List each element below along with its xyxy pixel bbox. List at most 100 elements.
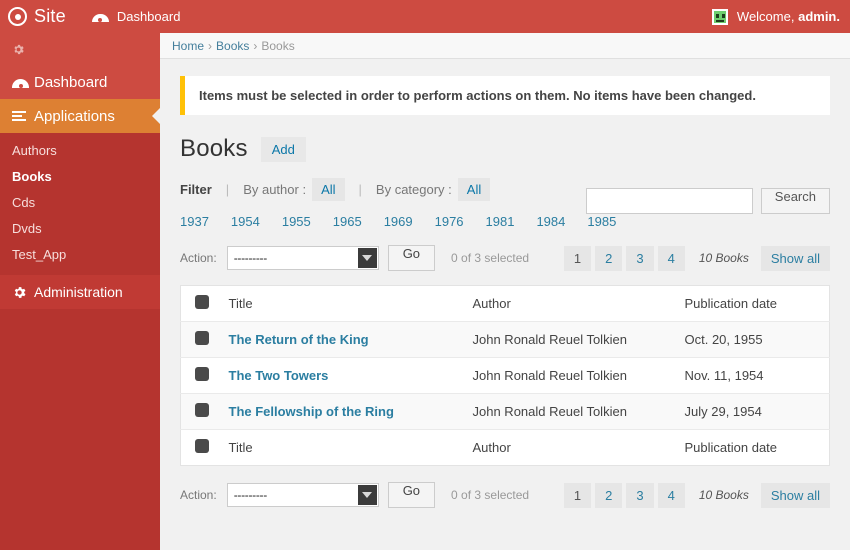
sidebar-item-cds[interactable]: Cds <box>0 189 160 215</box>
column-header-title[interactable]: Title <box>220 285 465 322</box>
pagination-bottom: 1 2 3 4 10 Books Show all <box>563 482 830 508</box>
action-select[interactable]: --------- <box>226 246 379 270</box>
user-avatar-icon <box>711 8 728 25</box>
sidebar-item-books[interactable]: Books <box>0 163 160 189</box>
select-all-checkbox[interactable] <box>195 295 209 309</box>
list-icon <box>12 110 34 122</box>
year-filter-link[interactable]: 1985 <box>587 214 616 229</box>
show-all-link[interactable]: Show all <box>760 245 830 271</box>
page-link-3[interactable]: 3 <box>626 482 654 508</box>
table-row: The Return of the King John Ronald Reuel… <box>180 321 830 358</box>
row-title-cell: The Fellowship of the Ring <box>220 393 465 430</box>
year-filter-link[interactable]: 1955 <box>282 214 311 229</box>
sidebar-subitem-label: Authors <box>12 142 57 158</box>
go-button-bottom[interactable]: Go <box>387 482 436 508</box>
sidebar-subitem-label: Test_App <box>12 246 67 262</box>
search-button[interactable]: Search <box>760 188 830 214</box>
brand[interactable]: Site <box>0 0 66 33</box>
filter-by-category-value[interactable]: All <box>457 178 491 201</box>
breadcrumb-home[interactable]: Home <box>172 39 204 53</box>
sidebar-item-dvds[interactable]: Dvds <box>0 215 160 241</box>
sidebar-submenu: Authors Books Cds Dvds Test_App <box>0 133 160 267</box>
welcome-username[interactable]: admin. <box>798 9 840 24</box>
page-link-1[interactable]: 1 <box>563 245 592 271</box>
brand-name: Site <box>34 6 66 26</box>
show-all-link[interactable]: Show all <box>760 482 830 508</box>
add-button[interactable]: Add <box>260 136 306 162</box>
page-link-2[interactable]: 2 <box>595 482 623 508</box>
action-label: Action: <box>180 251 217 265</box>
sidebar-subitem-label: Dvds <box>12 220 42 236</box>
book-title-link[interactable]: The Two Towers <box>229 368 329 383</box>
row-checkbox[interactable] <box>195 403 209 417</box>
sidebar-item-dashboard[interactable]: Dashboard <box>0 65 160 99</box>
year-filter-link[interactable]: 1965 <box>333 214 362 229</box>
row-checkbox[interactable] <box>195 367 209 381</box>
selected-count-bottom: 0 of 3 selected <box>451 488 530 502</box>
target-icon <box>8 7 27 26</box>
year-filter-link[interactable]: 1976 <box>435 214 464 229</box>
chevron-down-icon[interactable] <box>357 485 377 505</box>
column-footer-publication-date[interactable]: Publication date <box>676 429 830 466</box>
row-title-cell: The Return of the King <box>220 321 465 358</box>
book-title-link[interactable]: The Return of the King <box>229 332 369 347</box>
filter-divider: | <box>358 182 362 197</box>
action-bar-bottom: Action: --------- Go 0 of 3 selected 1 2… <box>180 482 830 508</box>
column-header-publication-date[interactable]: Publication date <box>676 285 830 322</box>
action-select-value: --------- <box>233 251 268 265</box>
page-link-1[interactable]: 1 <box>563 482 592 508</box>
year-filter-link[interactable]: 1937 <box>180 214 209 229</box>
select-all-footer <box>180 429 221 466</box>
year-filter-link[interactable]: 1981 <box>486 214 515 229</box>
nav-dashboard-link[interactable]: Dashboard <box>91 0 180 33</box>
table-row: The Two Towers John Ronald Reuel Tolkien… <box>180 357 830 394</box>
table-row: The Fellowship of the Ring John Ronald R… <box>180 393 830 430</box>
total-count-label: 10 Books <box>698 488 749 502</box>
gauge-icon <box>12 77 34 88</box>
row-author-cell: John Ronald Reuel Tolkien <box>464 357 677 394</box>
sidebar-item-applications[interactable]: Applications <box>0 99 160 133</box>
sidebar-settings-row[interactable] <box>0 33 160 65</box>
sidebar-item-test-app[interactable]: Test_App <box>0 241 160 267</box>
year-filter-row: 1937 1954 1955 1965 1969 1976 1981 1984 … <box>180 214 830 229</box>
page-link-4[interactable]: 4 <box>657 482 685 508</box>
action-select-bottom[interactable]: --------- <box>226 483 379 507</box>
top-header-bar: Site Dashboard Welcome, admin. <box>0 0 850 33</box>
page-title: Books <box>180 135 248 162</box>
year-filter-link[interactable]: 1969 <box>384 214 413 229</box>
breadcrumb: Home › Books › Books <box>160 33 850 59</box>
row-checkbox[interactable] <box>195 331 209 345</box>
page-link-4[interactable]: 4 <box>657 245 685 271</box>
year-filter-link[interactable]: 1984 <box>536 214 565 229</box>
row-select-cell <box>180 321 221 358</box>
chevron-down-icon[interactable] <box>357 248 377 268</box>
row-publication-date-cell: July 29, 1954 <box>676 393 830 430</box>
select-all-checkbox-footer[interactable] <box>195 439 209 453</box>
gauge-icon <box>91 11 109 22</box>
search-input[interactable] <box>585 188 753 214</box>
year-filter-link[interactable]: 1954 <box>231 214 260 229</box>
sidebar-item-administration[interactable]: Administration <box>0 275 160 309</box>
sidebar-subitem-label: Books <box>12 168 52 184</box>
sidebar-top-section: Dashboard Applications <box>0 33 160 133</box>
sidebar-item-authors[interactable]: Authors <box>0 137 160 163</box>
go-button[interactable]: Go <box>387 245 436 271</box>
filter-label: Filter <box>180 182 212 197</box>
gear-icon <box>12 43 25 56</box>
column-footer-author[interactable]: Author <box>464 429 677 466</box>
page-link-2[interactable]: 2 <box>595 245 623 271</box>
results-table: Title Author Publication date The Return… <box>180 285 830 466</box>
row-author-cell: John Ronald Reuel Tolkien <box>464 393 677 430</box>
breadcrumb-books[interactable]: Books <box>216 39 249 53</box>
breadcrumb-separator: › <box>253 38 258 53</box>
row-publication-date-cell: Nov. 11, 1954 <box>676 357 830 394</box>
book-title-link[interactable]: The Fellowship of the Ring <box>229 404 394 419</box>
page-link-3[interactable]: 3 <box>626 245 654 271</box>
filter-by-author-value[interactable]: All <box>312 178 345 201</box>
select-all-header <box>180 285 221 322</box>
filter-divider: | <box>225 182 230 197</box>
sidebar-admin-label: Administration <box>34 284 123 300</box>
column-footer-title[interactable]: Title <box>220 429 465 466</box>
total-count-label: 10 Books <box>698 251 749 265</box>
column-header-author[interactable]: Author <box>464 285 677 322</box>
